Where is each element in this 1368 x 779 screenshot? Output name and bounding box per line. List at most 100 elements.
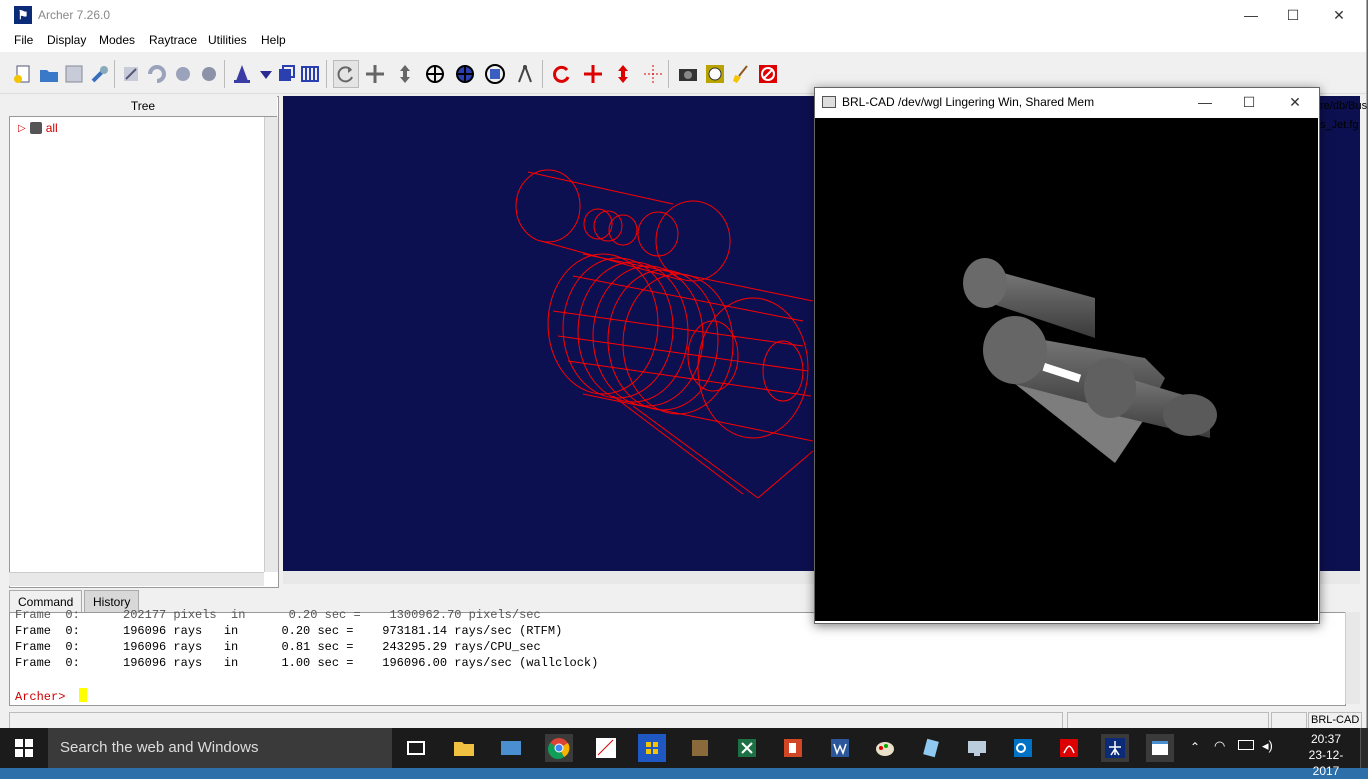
toolbar-separator — [326, 60, 327, 88]
paint-shop-icon[interactable] — [592, 734, 620, 762]
primitives-icon[interactable] — [273, 60, 299, 88]
clear-broom-icon[interactable] — [729, 60, 755, 88]
powerpoint-icon[interactable] — [779, 734, 807, 762]
menu-display[interactable]: Display — [47, 33, 86, 47]
rotate-view-icon[interactable] — [333, 60, 359, 88]
toolbar-separator — [542, 60, 543, 88]
console-line: Frame 0: 196096 rays in 0.20 sec = 97318… — [15, 624, 563, 638]
console-prompt: Archer> — [15, 690, 66, 704]
minimize-button[interactable]: — — [1228, 0, 1274, 31]
tree-header: Tree — [9, 96, 277, 117]
revert-icon[interactable] — [196, 60, 222, 88]
rendered-model — [963, 258, 1217, 463]
paint-icon[interactable] — [871, 734, 899, 762]
file-explorer-icon[interactable] — [450, 734, 478, 762]
wifi-icon[interactable]: ◠ — [1214, 738, 1225, 754]
console-vertical-scrollbar[interactable] — [1345, 612, 1360, 704]
measure-tool-icon[interactable] — [512, 60, 538, 88]
background-path-text: re/db/Bus — [1320, 100, 1368, 112]
open-folder-icon[interactable] — [36, 60, 62, 88]
show-hidden-icons-icon[interactable]: ⌃ — [1190, 740, 1200, 754]
cube-select-icon[interactable] — [482, 60, 508, 88]
window-title: Archer 7.26.0 — [38, 8, 111, 22]
status-message — [9, 712, 1063, 729]
menu-raytrace[interactable]: Raytrace — [149, 33, 197, 47]
volume-icon[interactable]: ◂) — [1262, 738, 1273, 754]
tree-panel — [9, 96, 279, 588]
raytrace-window-title: BRL-CAD /dev/wgl Lingering Win, Shared M… — [842, 95, 1095, 109]
raytrace-taskbar-icon[interactable] — [1146, 734, 1174, 762]
c64-emulator-icon[interactable] — [638, 734, 666, 762]
text-cursor — [79, 688, 87, 702]
archer-app-icon: ⚑ — [14, 6, 32, 24]
maximize-button[interactable]: ☐ — [1270, 0, 1316, 31]
close-button[interactable]: ✕ — [1316, 0, 1362, 31]
outlook-icon[interactable] — [1009, 734, 1037, 762]
save-icon[interactable] — [61, 60, 87, 88]
clock-date: 23-12-2017 — [1308, 748, 1344, 778]
edit-scale-icon[interactable] — [610, 60, 636, 88]
menu-bar — [0, 31, 1366, 52]
pan-view-icon[interactable] — [362, 60, 388, 88]
expand-arrow-icon[interactable]: ▷ — [18, 123, 26, 134]
status-progress — [1067, 712, 1269, 729]
word-icon[interactable] — [826, 734, 854, 762]
preferences-wrench-icon[interactable] — [87, 60, 113, 88]
menu-help[interactable]: Help — [261, 33, 286, 47]
tree-vertical-scrollbar[interactable] — [264, 117, 278, 572]
taskbar-clock[interactable]: 20:37 23-12-2017 — [1296, 731, 1356, 779]
tree-item-all[interactable]: ▷ all — [18, 121, 58, 135]
new-file-icon[interactable] — [10, 60, 36, 88]
raytrace-render-canvas[interactable] — [815, 118, 1318, 621]
edit-rotate-icon[interactable] — [549, 60, 575, 88]
abort-raytrace-icon[interactable] — [755, 60, 781, 88]
component-pick-icon[interactable] — [452, 60, 478, 88]
taskbar-search-box[interactable]: Search the web and Windows — [48, 728, 392, 768]
camera-icon[interactable] — [675, 60, 701, 88]
tree-item-label: all — [45, 121, 58, 135]
menu-file[interactable]: File — [14, 33, 33, 47]
redo-icon[interactable] — [170, 60, 196, 88]
battery-icon[interactable] — [1238, 740, 1254, 750]
remote-desktop-icon[interactable] — [963, 734, 991, 762]
toolbar-separator — [668, 60, 669, 88]
raytrace-window-icon — [822, 96, 836, 108]
object-icon — [29, 122, 42, 134]
clock-time: 20:37 — [1310, 732, 1342, 746]
edit-translate-icon[interactable] — [580, 60, 606, 88]
center-view-icon[interactable] — [422, 60, 448, 88]
raytrace-close-button[interactable]: ✕ — [1272, 87, 1318, 118]
edit-icon[interactable] — [118, 60, 144, 88]
tree-horizontal-scrollbar[interactable] — [9, 572, 264, 586]
notepad-icon[interactable] — [917, 734, 945, 762]
app-icon[interactable] — [497, 734, 525, 762]
edit-center-icon[interactable] — [640, 60, 666, 88]
undo-icon[interactable] — [144, 60, 170, 88]
menu-modes[interactable]: Modes — [99, 33, 135, 47]
title-bar: ⚑ Archer 7.26.0 — ☐ ✕ — [0, 0, 1366, 31]
raytrace-control-icon[interactable] — [702, 60, 728, 88]
excel-icon[interactable] — [733, 734, 761, 762]
console-line: Frame 0: 196096 rays in 0.81 sec = 24329… — [15, 640, 541, 654]
toolbar-separator — [114, 60, 115, 88]
search-placeholder: Search the web and Windows — [60, 739, 259, 756]
minecraft-icon[interactable] — [686, 734, 714, 762]
console-line: Frame 0: 202177 pixels in 0.20 sec = 130… — [15, 608, 541, 622]
windows-start-icon[interactable] — [0, 728, 48, 768]
combinations-icon[interactable] — [297, 60, 323, 88]
archer-taskbar-icon[interactable] — [1101, 734, 1129, 762]
raytrace-minimize-button[interactable]: — — [1182, 87, 1228, 118]
chrome-icon[interactable] — [545, 734, 573, 762]
status-cell — [1271, 712, 1307, 729]
show-desktop-button[interactable] — [1360, 728, 1368, 768]
raytrace-maximize-button[interactable]: ☐ — [1226, 87, 1272, 118]
toolbar-separator — [224, 60, 225, 88]
console-line: Frame 0: 196096 rays in 1.00 sec = 19609… — [15, 656, 599, 670]
menu-utilities[interactable]: Utilities — [208, 33, 247, 47]
task-view-icon[interactable] — [402, 734, 430, 762]
zoom-view-icon[interactable] — [392, 60, 418, 88]
status-label: BRL-CAD — [1308, 712, 1362, 729]
background-path-text: s_Jet.fg — [1320, 119, 1359, 131]
wizard-hat-icon[interactable] — [229, 60, 255, 88]
acrobat-icon[interactable] — [1055, 734, 1083, 762]
